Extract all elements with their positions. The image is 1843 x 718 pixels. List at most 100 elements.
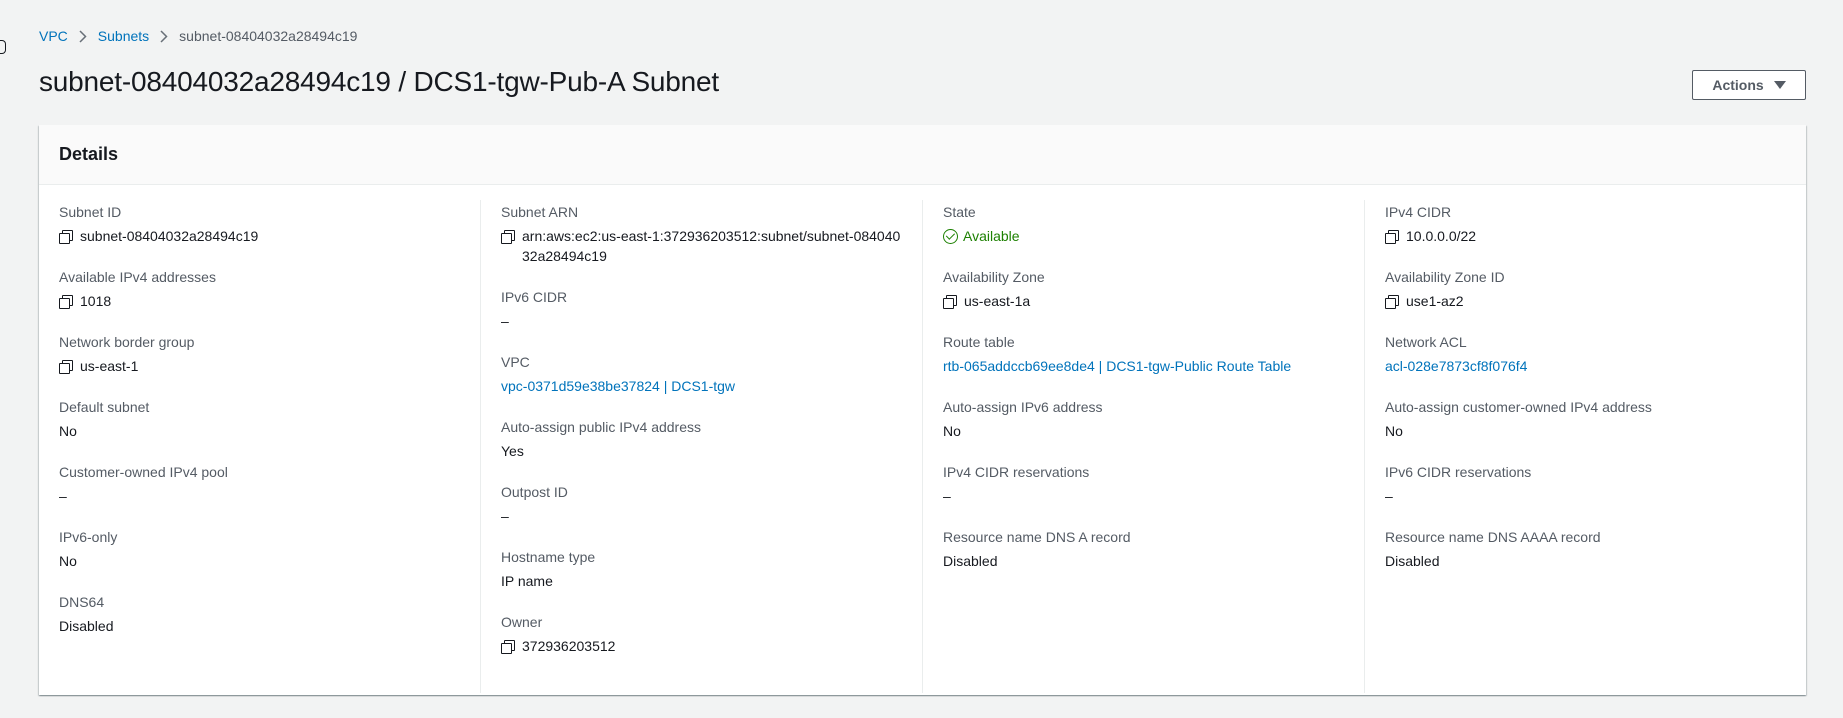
detail-value-text: Disabled xyxy=(943,553,998,569)
detail-value-text: Disabled xyxy=(59,618,114,634)
detail-field: Auto-assign customer-owned IPv4 address N… xyxy=(1385,397,1786,441)
detail-label: Auto-assign customer-owned IPv4 address xyxy=(1385,399,1652,415)
breadcrumb: VPC Subnets subnet-08404032a28494c19 xyxy=(39,26,357,46)
copy-icon[interactable] xyxy=(59,360,73,374)
detail-field: IPv6 CIDR reservations – xyxy=(1385,462,1786,506)
detail-value-text: – xyxy=(943,488,951,504)
detail-value: 10.0.0.0/22 xyxy=(1385,226,1786,246)
detail-value: arn:aws:ec2:us-east-1:372936203512:subne… xyxy=(501,226,902,266)
detail-value: No xyxy=(59,421,460,441)
detail-value-link[interactable]: vpc-0371d59e38be37824 | DCS1-tgw xyxy=(501,376,902,396)
copy-icon[interactable] xyxy=(59,295,73,309)
detail-field: Route table rtb-065addccb69ee8de4 | DCS1-… xyxy=(943,332,1344,376)
detail-value-text: – xyxy=(501,508,509,524)
details-title: Details xyxy=(59,144,119,164)
detail-value: us-east-1a xyxy=(943,291,1344,311)
detail-field: Auto-assign IPv6 address No xyxy=(943,397,1344,441)
detail-value-text: Available xyxy=(963,228,1020,244)
detail-value-text: – xyxy=(1385,488,1393,504)
details-panel-header: Details xyxy=(39,125,1806,185)
caret-down-icon xyxy=(1773,81,1786,89)
detail-value-text: arn:aws:ec2:us-east-1:372936203512:subne… xyxy=(522,228,901,264)
detail-label: Auto-assign IPv6 address xyxy=(943,399,1103,415)
detail-value-text: No xyxy=(943,423,961,439)
detail-label: Subnet ARN xyxy=(501,204,579,220)
detail-field: IPv6 CIDR – xyxy=(501,287,902,331)
detail-value-text: No xyxy=(59,553,77,569)
detail-value-text: vpc-0371d59e38be37824 | DCS1-tgw xyxy=(501,378,736,394)
chevron-right-icon xyxy=(149,29,179,43)
details-columns: Subnet ID subnet-08404032a28494c19 Availab… xyxy=(39,185,1806,693)
detail-label: Default subnet xyxy=(59,399,150,415)
detail-value: IP name xyxy=(501,571,902,591)
breadcrumb-current: subnet-08404032a28494c19 xyxy=(179,28,358,44)
detail-value-text: IP name xyxy=(501,573,553,589)
detail-field: Availability Zone ID use1-az2 xyxy=(1385,267,1786,311)
copy-icon[interactable] xyxy=(943,295,957,309)
detail-value-link[interactable]: rtb-065addccb69ee8de4 | DCS1-tgw-Public … xyxy=(943,356,1344,376)
detail-field: Availability Zone us-east-1a xyxy=(943,267,1344,311)
copy-icon[interactable] xyxy=(1385,230,1399,244)
detail-value-text: us-east-1 xyxy=(80,358,139,374)
detail-value-text: No xyxy=(59,423,77,439)
breadcrumb-vpc-link[interactable]: VPC xyxy=(39,28,68,44)
breadcrumb-subnets-link[interactable]: Subnets xyxy=(98,28,149,44)
detail-value: subnet-08404032a28494c19 xyxy=(59,226,460,246)
detail-value: Available xyxy=(943,226,1344,246)
copy-icon[interactable] xyxy=(501,230,515,244)
detail-label: IPv4 CIDR xyxy=(1385,204,1452,220)
detail-value-text: Disabled xyxy=(1385,553,1440,569)
detail-value: No xyxy=(1385,421,1786,441)
check-circle-icon xyxy=(943,229,958,244)
detail-field: Outpost ID – xyxy=(501,482,902,526)
detail-value: Yes xyxy=(501,441,902,461)
detail-value-link[interactable]: acl-028e7873cf8f076f4 xyxy=(1385,356,1786,376)
detail-field: Owner 372936203512 xyxy=(501,612,902,656)
page-title: subnet-08404032a28494c19 / DCS1-tgw-Pub-… xyxy=(39,66,719,97)
copy-icon[interactable] xyxy=(1385,295,1399,309)
detail-label: Customer-owned IPv4 pool xyxy=(59,464,228,480)
detail-value: 372936203512 xyxy=(501,636,902,656)
detail-field: Default subnet No xyxy=(59,397,460,441)
detail-label: Availability Zone ID xyxy=(1385,269,1505,285)
detail-field: Subnet ARN arn:aws:ec2:us-east-1:37293620… xyxy=(501,202,902,266)
detail-field: Resource name DNS A record Disabled xyxy=(943,527,1344,571)
detail-value-text: 372936203512 xyxy=(522,638,616,654)
detail-field: IPv6-only No xyxy=(59,527,460,571)
detail-label: Subnet ID xyxy=(59,204,122,220)
detail-field: Hostname type IP name xyxy=(501,547,902,591)
detail-field: Customer-owned IPv4 pool – xyxy=(59,462,460,506)
details-panel: Details Subnet ID subnet-08404032a28494c1… xyxy=(39,125,1806,695)
copy-icon[interactable] xyxy=(59,230,73,244)
detail-field: IPv4 CIDR reservations – xyxy=(943,462,1344,506)
detail-value: use1-az2 xyxy=(1385,291,1786,311)
detail-label: Resource name DNS A record xyxy=(943,529,1131,545)
detail-label: DNS64 xyxy=(59,594,105,610)
detail-label: IPv6 CIDR xyxy=(501,289,568,305)
detail-label: VPC xyxy=(501,354,530,370)
copy-icon[interactable] xyxy=(501,640,515,654)
detail-label: Hostname type xyxy=(501,549,596,565)
detail-value-text: – xyxy=(59,488,67,504)
actions-button-label: Actions xyxy=(1712,77,1764,93)
detail-label: Route table xyxy=(943,334,1015,350)
detail-value-text: No xyxy=(1385,423,1403,439)
detail-value-text: – xyxy=(501,313,509,329)
detail-label: Resource name DNS AAAA record xyxy=(1385,529,1601,545)
detail-field: Available IPv4 addresses 1018 xyxy=(59,267,460,311)
detail-value-text: subnet-08404032a28494c19 xyxy=(80,228,259,244)
detail-label: State xyxy=(943,204,976,220)
detail-label: IPv6 CIDR reservations xyxy=(1385,464,1532,480)
detail-value: – xyxy=(501,311,902,331)
details-column-1: Subnet ID subnet-08404032a28494c19 Availab… xyxy=(39,200,481,693)
detail-value: – xyxy=(1385,486,1786,506)
detail-field: Resource name DNS AAAA record Disabled xyxy=(1385,527,1786,571)
detail-value-text: acl-028e7873cf8f076f4 xyxy=(1385,358,1528,374)
actions-button[interactable]: Actions xyxy=(1692,70,1806,100)
detail-label: Network ACL xyxy=(1385,334,1467,350)
detail-value: – xyxy=(943,486,1344,506)
detail-label: Auto-assign public IPv4 address xyxy=(501,419,701,435)
detail-value: – xyxy=(501,506,902,526)
detail-value: No xyxy=(943,421,1344,441)
detail-field: Auto-assign public IPv4 address Yes xyxy=(501,417,902,461)
